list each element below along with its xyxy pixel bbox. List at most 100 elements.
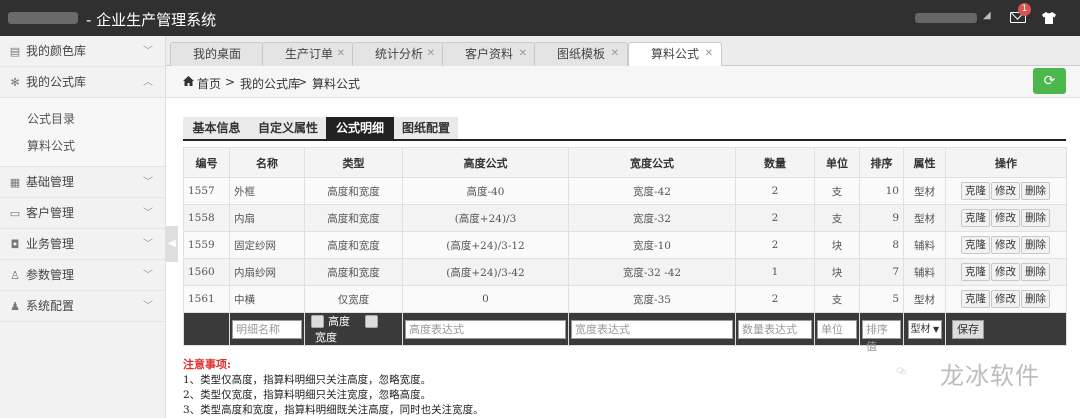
close-icon[interactable]: ✕ [337,43,345,65]
edit-button[interactable]: 修改 [991,182,1020,200]
sidebar-item-parameter-management[interactable]: ♙ 参数管理 ﹀ [0,260,165,291]
cell-order: 7 [859,258,904,286]
unit-input[interactable]: 单位 [817,319,857,339]
tab-desktop[interactable]: 我的桌面 [170,42,264,66]
sidebar-item-system-config[interactable]: ♟ 系统配置 ﹀ [0,291,165,322]
user-name-redacted[interactable] [915,13,977,23]
sidebar-item-business-management[interactable]: ◘ 业务管理 ﹀ [0,229,165,260]
cell-order: 9 [859,204,904,232]
sidebar-subitem-formula-catalog[interactable]: 公式目录 [0,106,165,133]
cell-height-formula: 高度-40 [402,177,569,205]
cell-id: 1561 [183,285,230,313]
add-type-cell: 高度 宽度 [304,312,403,346]
breadcrumb-separator: > [225,75,236,89]
cell-quantity: 2 [735,285,815,313]
tab-statistics[interactable]: 统计分析 ✕ [352,42,444,66]
width-checkbox[interactable] [365,314,379,328]
cell-height-formula: 0 [402,285,569,313]
cell-attribute: 型材 [903,177,946,205]
tab-custom-attributes[interactable]: 自定义属性 [250,117,326,139]
close-icon[interactable]: ✕ [519,43,527,65]
col-header-name: 名称 [229,147,305,178]
home-icon[interactable] [183,76,194,86]
delete-button[interactable]: 删除 [1021,263,1050,281]
cell-name: 固定纱网 [229,231,305,259]
save-button[interactable]: 保存 [952,319,984,339]
sidebar-item-label: 系统配置 [26,299,75,313]
height-checkbox-label: 高度 [328,315,350,328]
close-icon[interactable]: ✕ [705,43,713,65]
sidebar-item-label: 客户管理 [26,206,75,220]
add-order-cell: 排序值 [859,312,904,353]
edit-button[interactable]: 修改 [991,290,1020,308]
cell-unit: 块 [814,258,860,286]
sidebar-collapse-button[interactable]: ◀ [166,226,178,262]
breadcrumb-current: 算料公式 [312,77,361,91]
tab-label: 算料公式 [651,47,700,61]
cell-type: 仅宽度 [304,285,403,313]
height-expression-input[interactable]: 高度表达式 [405,319,566,339]
tab-basic-info[interactable]: 基本信息 [183,117,250,139]
cell-name: 外框 [229,177,305,205]
note-line: 3、类型高度和宽度，指算料明细既关注高度，同时也关注宽度。 [183,404,484,416]
sidebar-item-label: 我的颜色库 [26,44,87,58]
tab-drawing-config[interactable]: 图纸配置 [394,117,458,139]
edit-button[interactable]: 修改 [991,209,1020,227]
sidebar-subitem-material-formula[interactable]: 算料公式 [0,133,165,160]
breadcrumb-formula-library[interactable]: 我的公式库 [240,75,300,92]
top-bar: - 企业生产管理系统 ◢ 1 [0,0,1080,36]
col-header-unit: 单位 [814,147,860,178]
delete-button[interactable]: 删除 [1021,209,1050,227]
clone-button[interactable]: 克隆 [961,182,990,200]
width-expression-input[interactable]: 宽度表达式 [571,319,733,339]
cell-id: 1558 [183,204,230,232]
clone-button[interactable]: 克隆 [961,209,990,227]
tab-label: 生产订单 [285,47,334,61]
tab-label: 统计分析 [375,47,424,61]
tab-formula-details[interactable]: 公式明细 [326,117,394,139]
sidebar-item-basic-management[interactable]: ▦ 基础管理 ﹀ [0,167,165,198]
shirt-icon[interactable] [1041,10,1057,26]
delete-button[interactable]: 删除 [1021,290,1050,308]
table-row: 1559 固定纱网 高度和宽度 (高度+24)/3-12 宽度-10 2 块 8… [183,231,1067,259]
tab-drawing-templates[interactable]: 图纸模板 ✕ [534,42,628,66]
delete-button[interactable]: 删除 [1021,236,1050,254]
close-icon[interactable]: ✕ [611,43,619,65]
edit-button[interactable]: 修改 [991,263,1020,281]
col-header-id: 编号 [183,147,230,178]
sidebar-item-color-library[interactable]: ▤ 我的颜色库 ﹀ [0,36,165,67]
col-header-type: 类型 [304,147,403,178]
user-menu-caret-icon[interactable]: ◢ [983,10,991,21]
tab-customer-info[interactable]: 客户资料 ✕ [442,42,536,66]
tab-production-orders[interactable]: 生产订单 ✕ [262,42,354,66]
cell-height-formula: (高度+24)/3-12 [402,231,569,259]
clone-button[interactable]: 克隆 [961,290,990,308]
sidebar-item-customer-management[interactable]: ▭ 客户管理 ﹀ [0,198,165,229]
sidebar: ▤ 我的颜色库 ﹀ ✻ 我的公式库 ︿ 公式目录 算料公式 ▦ 基础管理 ﹀ ▭… [0,36,166,418]
order-input[interactable]: 排序值 [862,319,901,353]
detail-name-input[interactable]: 明细名称 [232,319,302,339]
add-width-cell: 宽度表达式 [568,312,736,346]
palette-icon: ▤ [9,45,21,58]
clone-button[interactable]: 克隆 [961,236,990,254]
cell-id: 1559 [183,231,230,259]
table-row: 1561 中横 仅宽度 0 宽度-35 2 支 5 型材 克隆 修改 删除 [183,285,1067,313]
attribute-select[interactable]: 型材 ▼ [907,319,942,339]
edit-button[interactable]: 修改 [991,236,1020,254]
cell-width-formula: 宽度-35 [568,285,736,313]
delete-button[interactable]: 删除 [1021,182,1050,200]
close-icon[interactable]: ✕ [427,43,435,65]
wechat-logo-icon [896,367,907,375]
refresh-button[interactable]: ⟳ [1033,68,1066,94]
clone-button[interactable]: 克隆 [961,263,990,281]
breadcrumb-home[interactable]: 首页 [197,75,221,92]
quantity-expression-input[interactable]: 数量表达式 [738,319,812,339]
cell-actions: 克隆 修改 删除 [945,204,1067,232]
caret-down-icon: ▼ [930,324,940,334]
height-checkbox[interactable] [311,314,324,328]
cell-actions: 克隆 修改 删除 [945,177,1067,205]
note-line: 1、类型仅高度，指算料明细只关注高度，忽略宽度。 [183,374,432,386]
cell-quantity: 1 [735,258,815,286]
sidebar-item-formula-library[interactable]: ✻ 我的公式库 ︿ [0,67,165,98]
tab-material-formula[interactable]: 算料公式 ✕ [628,42,722,67]
